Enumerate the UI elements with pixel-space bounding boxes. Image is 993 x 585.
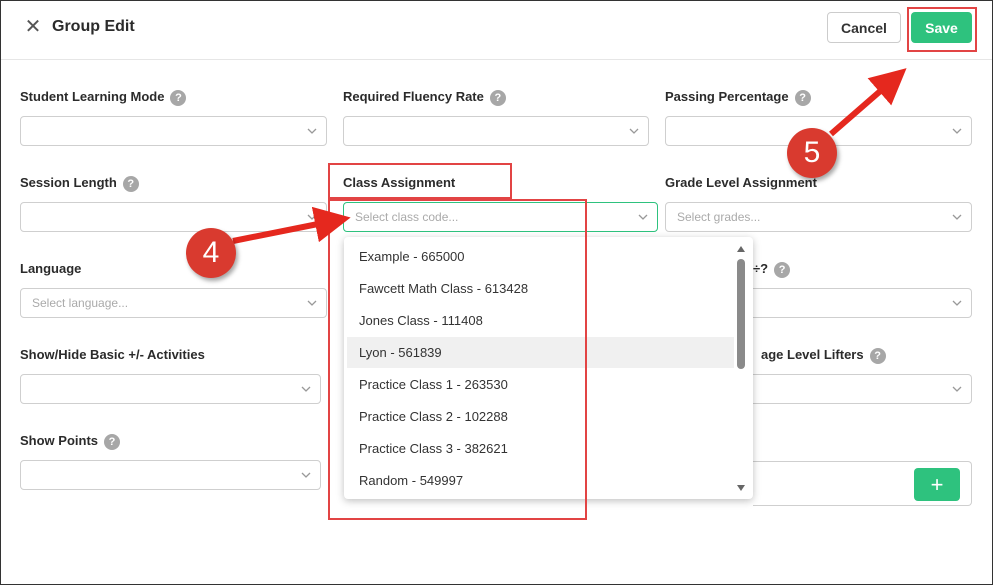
step-4-badge: 4 xyxy=(186,228,236,278)
arrow-step5 xyxy=(829,68,907,137)
arrow-step4 xyxy=(232,206,351,244)
step-5-badge: 5 xyxy=(787,128,837,178)
group-edit-dialog: ✕ Group Edit Cancel Save Student Learnin… xyxy=(0,0,993,585)
annotation-arrows xyxy=(232,68,907,244)
